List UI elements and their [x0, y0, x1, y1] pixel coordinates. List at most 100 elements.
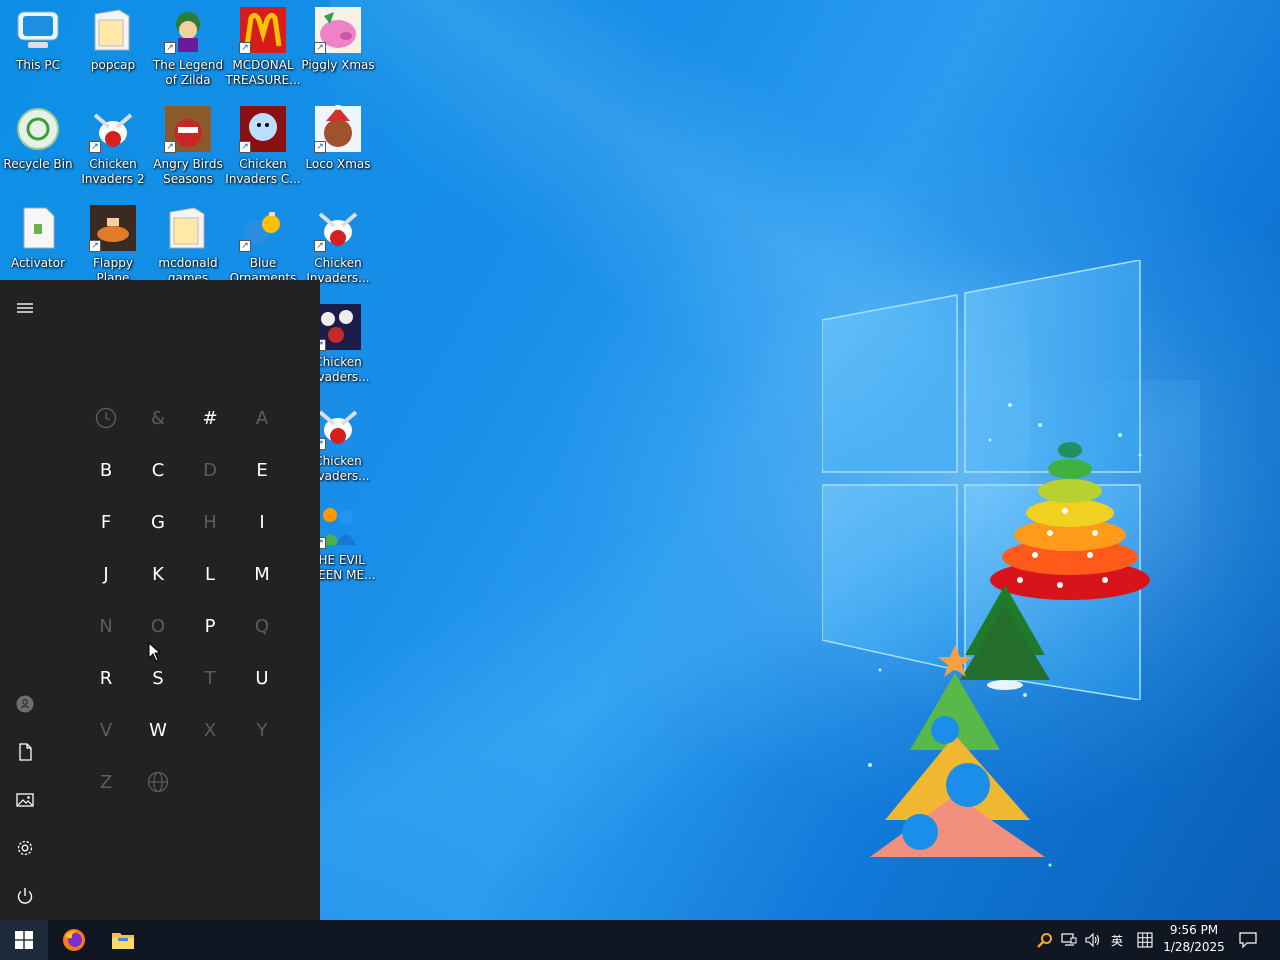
jump-letter[interactable]: W [132, 704, 184, 756]
search-icon [1037, 933, 1052, 948]
shortcut-arrow-icon: ↗ [239, 42, 251, 54]
desktop-icon[interactable]: ↗ Chicken Invaders C... [225, 99, 301, 195]
jump-letter: T [204, 667, 216, 689]
desktop-icon[interactable]: Recycle Bin [0, 99, 76, 195]
file-icon [14, 204, 62, 252]
jump-letter: N [99, 615, 113, 637]
messenger-icon: ↗ [314, 501, 362, 549]
jump-letter[interactable]: M [236, 548, 288, 600]
jump-letter: X [203, 719, 217, 741]
firefox-icon [63, 929, 85, 951]
plane-icon: ↗ [89, 204, 137, 252]
windows-start-icon [15, 931, 33, 949]
desktop-icon-label: The Legend of Zilda [152, 58, 224, 87]
angry-birds-icon: ↗ [164, 105, 212, 153]
desktop-icon[interactable]: This PC [0, 0, 76, 96]
jump-letter: D [203, 459, 217, 481]
clock-icon [80, 392, 132, 444]
jump-letter[interactable]: # [184, 392, 236, 444]
shortcut-arrow-icon: ↗ [89, 240, 101, 252]
desktop-icon[interactable]: ↗ Chicken Invaders 2 [75, 99, 151, 195]
speaker-icon [1085, 933, 1100, 947]
file-explorer-taskbar-button[interactable] [99, 920, 147, 960]
mouse-cursor-icon [148, 642, 162, 662]
ime-mode-button[interactable]: 英 [1106, 920, 1128, 960]
desktop-icon-label: Activator [10, 256, 66, 270]
user-icon[interactable] [13, 692, 37, 716]
teddy-bear-icon: ↗ [314, 104, 362, 153]
desktop-icon-label: Angry Birds Seasons [153, 157, 223, 186]
chicken-icon: ↗ [314, 204, 362, 252]
globe-icon [132, 756, 184, 808]
desktop-icon[interactable]: ↗ Piggly Xmas [300, 0, 376, 96]
desktop-icon[interactable]: ↗ Loco Xmas [300, 99, 376, 195]
power-icon[interactable] [13, 884, 37, 908]
firefox-taskbar-button[interactable] [50, 920, 98, 960]
folder-icon [164, 204, 212, 252]
jump-letter[interactable]: K [132, 548, 184, 600]
volume-tray-button[interactable] [1082, 920, 1104, 960]
jump-letter: Q [254, 615, 270, 637]
shortcut-arrow-icon: ↗ [314, 141, 326, 153]
jump-letter[interactable]: B [80, 444, 132, 496]
settings-icon[interactable] [13, 836, 37, 860]
ornaments-icon: ↗ [239, 204, 287, 252]
jump-letter: Y [256, 719, 268, 741]
pig-icon: ↗ [314, 6, 362, 54]
jump-letter[interactable]: C [132, 444, 184, 496]
shortcut-arrow-icon: ↗ [314, 42, 326, 54]
menu-icon[interactable] [13, 296, 37, 320]
jump-letter: V [99, 719, 113, 741]
search-tray-button[interactable] [1034, 920, 1056, 960]
jump-letter: H [203, 511, 217, 533]
jump-letter[interactable]: I [236, 496, 288, 548]
taskbar: 英 9:56 PM 1/28/2025 [0, 920, 1280, 960]
jump-letter[interactable]: U [236, 652, 288, 704]
clock-date: 1/28/2025 [1163, 940, 1225, 954]
desktop-icon[interactable]: popcap [75, 0, 151, 96]
desktop-icon-label: Chicken Invaders 2 [81, 157, 145, 186]
network-icon [1061, 933, 1077, 946]
jump-letter[interactable]: E [236, 444, 288, 496]
clock-time: 9:56 PM [1169, 923, 1219, 937]
chicken-icon: ↗ [314, 402, 362, 450]
jump-letter: & [150, 407, 166, 429]
action-center-button[interactable] [1234, 920, 1262, 960]
documents-icon[interactable] [13, 740, 37, 764]
game-zilda-icon: ↗ [164, 6, 212, 54]
desktop-icon[interactable]: ↗ Angry Birds Seasons [150, 99, 226, 195]
jump-letter[interactable]: P [184, 600, 236, 652]
desktop-icon-label: popcap [90, 58, 136, 72]
network-tray-button[interactable] [1058, 920, 1080, 960]
jump-letter[interactable]: L [184, 548, 236, 600]
desktop-icon[interactable]: ↗ The Legend of Zilda [150, 0, 226, 96]
jump-letter[interactable]: F [80, 496, 132, 548]
desktop-icon-label: This PC [16, 58, 60, 72]
shortcut-arrow-icon: ↗ [314, 240, 326, 252]
desktop-icon-label: Chicken Invaders C... [225, 157, 301, 186]
file-explorer-icon [112, 933, 134, 949]
computer-icon [14, 6, 62, 54]
jump-letter[interactable]: R [80, 652, 132, 704]
shortcut-arrow-icon: ↗ [89, 141, 101, 153]
ime-label: 英 [1110, 933, 1123, 948]
shortcut-arrow-icon: ↗ [239, 141, 251, 153]
jump-letter[interactable]: G [132, 496, 184, 548]
start-menu: & # A B C D E F G H I J K L M N O P Q R S T U V W X Y Z [0, 280, 320, 920]
start-button[interactable] [0, 920, 48, 960]
shortcut-arrow-icon: ↗ [164, 141, 176, 153]
christmas-decoration-image [868, 403, 1150, 867]
jump-letter[interactable]: J [80, 548, 132, 600]
jump-letter: A [255, 407, 269, 429]
pictures-icon[interactable] [13, 788, 37, 812]
system-clock[interactable]: 9:56 PM 1/28/2025 [1158, 922, 1230, 956]
desktop-icon[interactable]: ↗ MCDONAL TREASURE... [225, 0, 301, 96]
input-method-tray-button[interactable] [1134, 920, 1156, 960]
desktop-icon-label: Recycle Bin [3, 157, 73, 171]
shortcut-arrow-icon: ↗ [164, 42, 176, 54]
chicken-icon: ↗ [89, 105, 137, 153]
notification-icon [1239, 932, 1257, 948]
chicken-eggs-icon: ↗ [314, 303, 362, 351]
shortcut-arrow-icon: ↗ [239, 240, 251, 252]
chicken-snowman-icon: ↗ [239, 105, 287, 153]
